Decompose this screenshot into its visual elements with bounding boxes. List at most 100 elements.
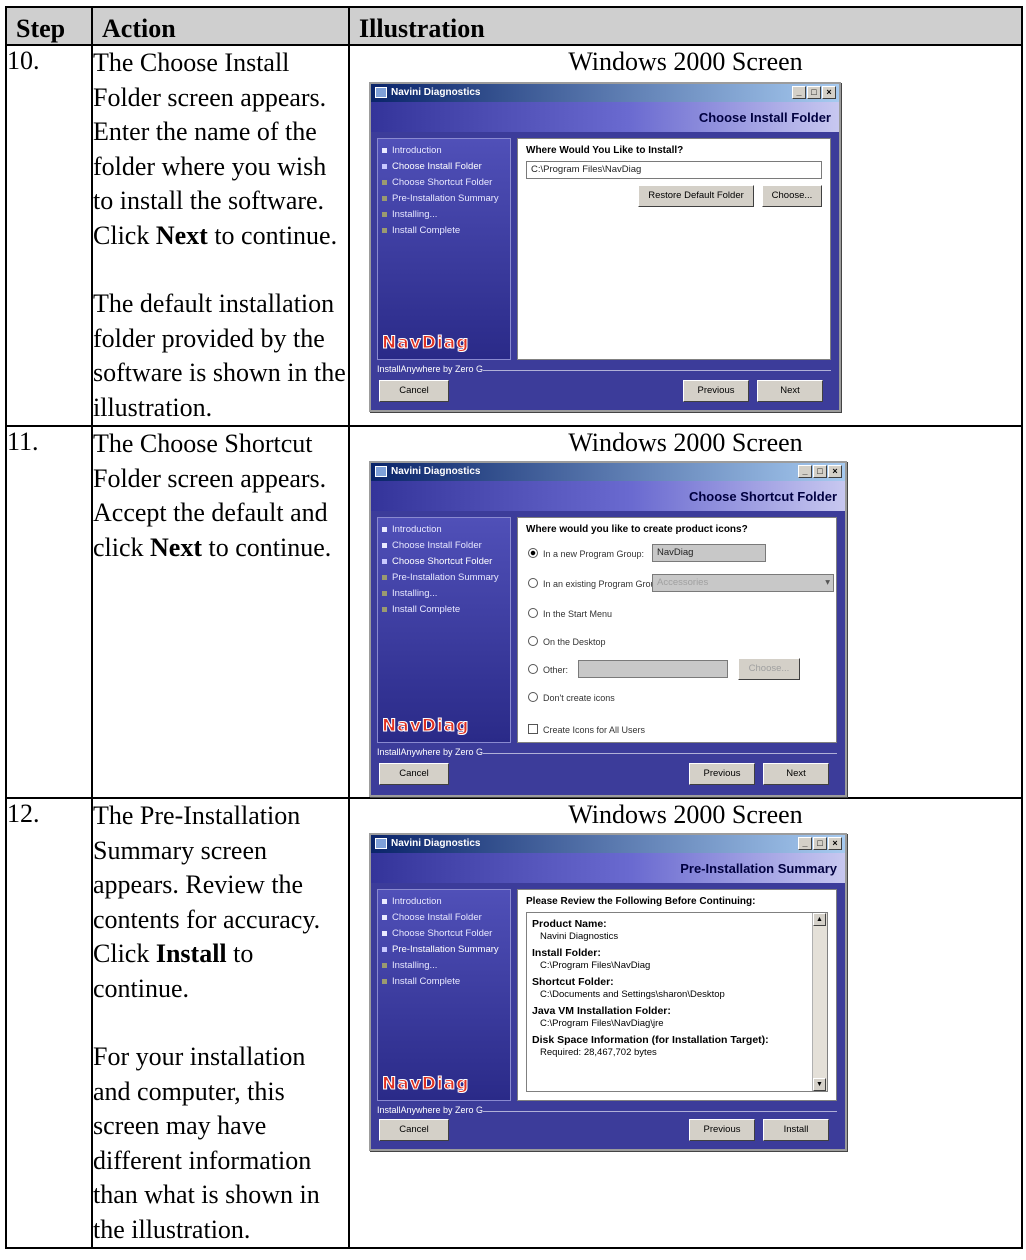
step-number: 11. [5, 425, 93, 799]
window-title: Navini Diagnostics [391, 838, 481, 849]
action-text: to continue. [207, 220, 338, 250]
next-button[interactable]: Next [757, 380, 823, 402]
java-vm-folder-value: C:\Program Files\NavDiag\jre [540, 1018, 664, 1029]
step-row-10: 10. The Choose Install Folder screen app… [5, 44, 1023, 427]
start-menu-radio[interactable]: In the Start Menu [528, 608, 612, 619]
action-keyword: Next [155, 220, 208, 250]
install-question: Where Would You Like to Install? [526, 145, 684, 156]
sidebar-step: Install Complete [378, 974, 510, 990]
new-program-group-input[interactable]: NavDiag [652, 544, 766, 562]
cancel-button[interactable]: Cancel [379, 763, 449, 785]
window-title: Navini Diagnostics [391, 466, 481, 477]
window-titlebar: Navini Diagnostics _ □ × [371, 835, 845, 853]
action-paragraph: The default installation folder provided… [93, 289, 346, 422]
sidebar-step: Introduction [378, 143, 510, 159]
step-header: Pre-Installation Summary [371, 853, 845, 883]
disk-space-label: Disk Space Information (for Installation… [532, 1034, 769, 1046]
action-paragraph: The Pre-Installation Summary screen appe… [93, 799, 348, 1006]
app-icon [375, 466, 387, 477]
content-panel: Please Review the Following Before Conti… [517, 889, 837, 1101]
app-icon [375, 87, 387, 98]
steps-sidebar: Introduction Choose Install Folder Choos… [377, 517, 511, 743]
other-choose-button[interactable]: Choose... [738, 658, 800, 680]
sidebar-step: Installing... [378, 207, 510, 223]
previous-button[interactable]: Previous [689, 1119, 755, 1141]
sidebar-step: Pre-Installation Summary [378, 191, 510, 207]
window-title: Navini Diagnostics [391, 87, 481, 98]
install-folder-input[interactable]: C:\Program Files\NavDiag [526, 161, 822, 179]
maximize-icon[interactable]: □ [813, 837, 827, 850]
sidebar-step: Installing... [378, 958, 510, 974]
action-paragraph: The Choose Shortcut Folder screen appear… [93, 427, 348, 565]
action-text: to continue. [202, 532, 332, 562]
step-action: The Choose Install Folder screen appears… [91, 44, 350, 427]
previous-button[interactable]: Previous [689, 763, 755, 785]
sidebar-step: Choose Shortcut Folder [378, 175, 510, 191]
close-icon[interactable]: × [828, 465, 842, 478]
existing-program-group-radio[interactable]: In an existing Program Group: [528, 578, 663, 589]
other-path-input[interactable] [578, 660, 728, 678]
previous-button[interactable]: Previous [683, 380, 749, 402]
next-button[interactable]: Next [763, 763, 829, 785]
product-name-label: Product Name: [532, 918, 607, 930]
other-radio[interactable]: Other: [528, 664, 568, 675]
java-vm-folder-label: Java VM Installation Folder: [532, 1005, 671, 1017]
restore-default-folder-button[interactable]: Restore Default Folder [638, 185, 754, 207]
sidebar-step-current: Choose Shortcut Folder [378, 554, 510, 570]
vendor-label: InstallAnywhere by Zero G [377, 364, 831, 374]
steps-sidebar: Introduction Choose Install Folder Choos… [377, 138, 511, 360]
action-paragraph: For your installation and computer, this… [93, 1042, 320, 1244]
illustration-caption: Windows 2000 Screen [568, 428, 803, 457]
navdiag-logo: NavDiag [381, 1074, 470, 1095]
all-users-checkbox[interactable]: Create Icons for All Users [528, 724, 645, 735]
close-icon[interactable]: × [828, 837, 842, 850]
minimize-icon[interactable]: _ [792, 86, 806, 99]
minimize-icon[interactable]: _ [798, 837, 812, 850]
window-titlebar: Navini Diagnostics _ □ × [371, 84, 839, 102]
install-folder-value: C:\Program Files\NavDiag [540, 960, 651, 971]
shortcut-folder-value: C:\Documents and Settings\sharon\Desktop [540, 989, 725, 1000]
existing-program-group-select[interactable]: Accessories ▾ [652, 574, 834, 592]
header-action: Action [91, 6, 350, 46]
summary-scrollbar[interactable]: ▲ ▼ [812, 913, 827, 1091]
cancel-button[interactable]: Cancel [379, 1119, 449, 1141]
illustration-caption: Windows 2000 Screen [568, 800, 803, 829]
maximize-icon[interactable]: □ [807, 86, 821, 99]
step-action: The Pre-Installation Summary screen appe… [91, 797, 350, 1249]
action-keyword: Next [150, 532, 203, 562]
step-illustration: Windows 2000 Screen Navini Diagnostics _… [348, 425, 1023, 799]
sidebar-step: Choose Install Folder [378, 538, 510, 554]
sidebar-step-current: Pre-Installation Summary [378, 942, 510, 958]
shortcut-folder-label: Shortcut Folder: [532, 976, 614, 988]
vendor-label: InstallAnywhere by Zero G [377, 1105, 837, 1115]
sidebar-step: Install Complete [378, 602, 510, 618]
window-controls: _ □ × [798, 837, 842, 850]
vendor-label: InstallAnywhere by Zero G [377, 747, 837, 757]
desktop-radio[interactable]: On the Desktop [528, 636, 606, 647]
scroll-down-icon[interactable]: ▼ [813, 1078, 826, 1091]
scroll-up-icon[interactable]: ▲ [813, 913, 826, 926]
navdiag-logo: NavDiag [381, 716, 470, 737]
minimize-icon[interactable]: _ [798, 465, 812, 478]
sidebar-step: Install Complete [378, 223, 510, 239]
sidebar-step: Introduction [378, 522, 510, 538]
step-illustration: Windows 2000 Screen Navini Diagnostics _… [348, 44, 1023, 427]
header-illustration: Illustration [348, 6, 1023, 46]
procedure-table: Step Action Illustration 10. The Choose … [5, 6, 1023, 1249]
step-header: Choose Install Folder [371, 102, 839, 132]
install-button[interactable]: Install [763, 1119, 829, 1141]
header-step: Step [5, 6, 93, 46]
dont-create-icons-radio[interactable]: Don't create icons [528, 692, 615, 703]
choose-folder-button[interactable]: Choose... [762, 185, 822, 207]
disk-space-value: Required: 28,467,702 bytes [540, 1047, 657, 1058]
step-row-12: 12. The Pre-Installation Summary screen … [5, 797, 1023, 1249]
cancel-button[interactable]: Cancel [379, 380, 449, 402]
app-icon [375, 838, 387, 849]
sidebar-step-current: Choose Install Folder [378, 159, 510, 175]
close-icon[interactable]: × [822, 86, 836, 99]
illustration-caption: Windows 2000 Screen [568, 47, 803, 76]
maximize-icon[interactable]: □ [813, 465, 827, 478]
product-name-value: Navini Diagnostics [540, 931, 619, 942]
window-titlebar: Navini Diagnostics _ □ × [371, 463, 845, 481]
new-program-group-radio[interactable]: In a new Program Group: [528, 548, 644, 559]
